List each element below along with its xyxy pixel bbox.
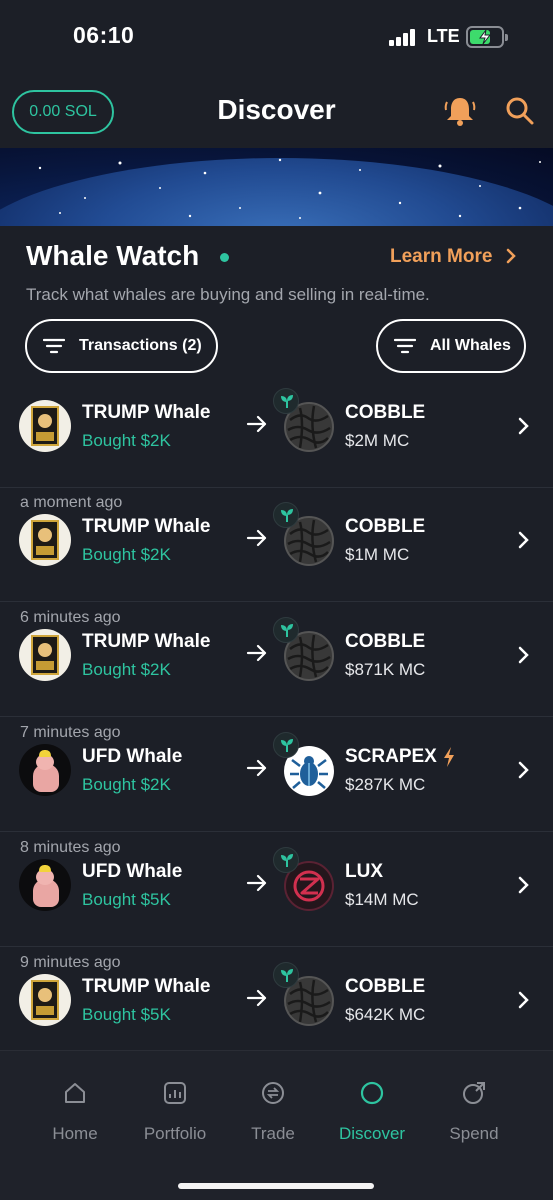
trade-icon (218, 1079, 328, 1112)
arrow-right-icon (246, 989, 267, 1007)
transaction-action: Bought $5K (82, 1005, 171, 1024)
tab-label: Portfolio (143, 1124, 207, 1143)
lightning-icon (444, 747, 454, 767)
token-name: LUX (345, 861, 383, 882)
tab-label: Home (52, 1124, 98, 1143)
whale-avatar (19, 514, 71, 566)
chevron-right-icon[interactable] (516, 645, 530, 665)
market-cap: $2M MC (345, 431, 410, 450)
sprout-icon (273, 732, 299, 758)
market-cap: $1M MC (345, 545, 410, 564)
tab-discover[interactable]: Discover (317, 1079, 427, 1144)
transaction-action: Bought $2K (82, 660, 171, 679)
arrow-right-icon (246, 644, 267, 662)
transactions-filter-button[interactable]: Transactions (2) (25, 319, 218, 373)
token-name: COBBLE (345, 516, 426, 537)
transaction-time: 7 minutes ago (20, 724, 121, 741)
chevron-right-icon[interactable] (505, 248, 517, 264)
tab-spend[interactable]: Spend (419, 1079, 529, 1144)
live-indicator-dot (220, 253, 229, 262)
transaction-row[interactable]: 8 minutes ago UFD Whale Bought $5K LUX $14M … (0, 833, 553, 947)
tab-portfolio[interactable]: Portfolio (120, 1079, 230, 1144)
whale-avatar (19, 629, 71, 681)
token-name: SCRAPEX (345, 746, 437, 767)
home-icon (20, 1079, 130, 1112)
token-name: COBBLE (345, 976, 426, 997)
chevron-right-icon[interactable] (516, 530, 530, 550)
tab-label: Discover (338, 1124, 406, 1143)
whale-name: TRUMP Whale (82, 976, 211, 997)
filter-icon (394, 338, 416, 354)
learn-more-link[interactable]: Learn More (390, 246, 492, 268)
arrow-right-icon (246, 759, 267, 777)
tab-label: Trade (251, 1124, 295, 1143)
chevron-right-icon[interactable] (516, 875, 530, 895)
sprout-icon (273, 617, 299, 643)
token-name: COBBLE (345, 631, 426, 652)
sprout-icon (273, 962, 299, 988)
transaction-action: Bought $2K (82, 775, 171, 794)
whale-banner-image (0, 148, 553, 226)
status-time: 06:10 (73, 22, 135, 48)
transaction-action: Bought $2K (82, 545, 171, 564)
transaction-row[interactable]: 6 minutes ago TRUMP Whale Bought $2K COBBLE… (0, 603, 553, 717)
sprout-icon (273, 502, 299, 528)
whale-avatar (19, 974, 71, 1026)
tab-home[interactable]: Home (20, 1079, 130, 1144)
section-subtitle: Track what whales are buying and selling… (26, 285, 430, 304)
whale-avatar (19, 859, 71, 911)
whale-name: UFD Whale (82, 861, 183, 882)
token-name: COBBLE (345, 402, 426, 423)
transaction-time: a moment ago (20, 494, 123, 511)
chevron-right-icon[interactable] (516, 416, 530, 436)
market-cap: $287K MC (345, 775, 426, 794)
transaction-time: 6 minutes ago (20, 609, 121, 626)
whale-watch-section: Whale Watch Learn More Track what whales… (0, 226, 553, 384)
tab-label: Spend (449, 1124, 499, 1143)
tab-trade[interactable]: Trade (218, 1079, 328, 1144)
arrow-right-icon (246, 415, 267, 433)
sprout-icon (273, 388, 299, 414)
battery-icon (466, 26, 508, 48)
transaction-time: 8 minutes ago (20, 839, 121, 856)
arrow-right-icon (246, 529, 267, 547)
top-header: 0.00 SOL Discover (0, 80, 553, 148)
market-cap: $871K MC (345, 660, 426, 679)
sprout-icon (273, 847, 299, 873)
transaction-time: 9 minutes ago (20, 954, 121, 971)
network-type: LTE (427, 26, 460, 46)
whale-name: TRUMP Whale (82, 631, 211, 652)
bell-icon[interactable] (442, 93, 478, 129)
transaction-row[interactable]: a moment ago TRUMP Whale Bought $2K COBBLE $… (0, 488, 553, 602)
spend-icon (419, 1079, 529, 1112)
market-cap: $14M MC (345, 890, 419, 909)
whale-name: UFD Whale (82, 746, 183, 767)
transaction-list: a moment ago TRUMP Whale Bought $2K COBBLE $… (0, 384, 553, 1050)
transaction-action: Bought $2K (82, 431, 171, 450)
whale-avatar (19, 744, 71, 796)
all-whales-filter-button[interactable]: All Whales (376, 319, 526, 373)
whale-avatar (19, 400, 71, 452)
transaction-row[interactable]: 7 minutes ago UFD Whale Bought $2K SCRAPEX $… (0, 718, 553, 832)
chevron-right-icon[interactable] (516, 760, 530, 780)
portfolio-icon (120, 1079, 230, 1112)
transactions-filter-label: Transactions (2) (79, 337, 202, 354)
market-cap: $642K MC (345, 1005, 426, 1024)
transaction-action: Bought $5K (82, 890, 171, 909)
transaction-row[interactable]: a moment agoTRUMP WhaleBought $2KCOBBLE$… (0, 384, 553, 488)
filter-icon (43, 338, 65, 354)
arrow-right-icon (246, 874, 267, 892)
whale-name: TRUMP Whale (82, 516, 211, 537)
home-indicator (178, 1183, 374, 1189)
status-bar: 06:10 LTE (0, 0, 553, 80)
signal-icon (389, 29, 419, 46)
bottom-tab-bar: Home Portfolio Trade Discover Spend (0, 1050, 553, 1200)
transaction-row[interactable]: 9 minutes ago TRUMP Whale Bought $5K COBBLE… (0, 948, 553, 1050)
search-icon[interactable] (505, 96, 535, 126)
section-title: Whale Watch (26, 240, 200, 271)
whale-name: TRUMP Whale (82, 402, 211, 423)
all-whales-filter-label: All Whales (430, 337, 511, 354)
chevron-right-icon[interactable] (516, 990, 530, 1010)
discover-icon (317, 1079, 427, 1112)
